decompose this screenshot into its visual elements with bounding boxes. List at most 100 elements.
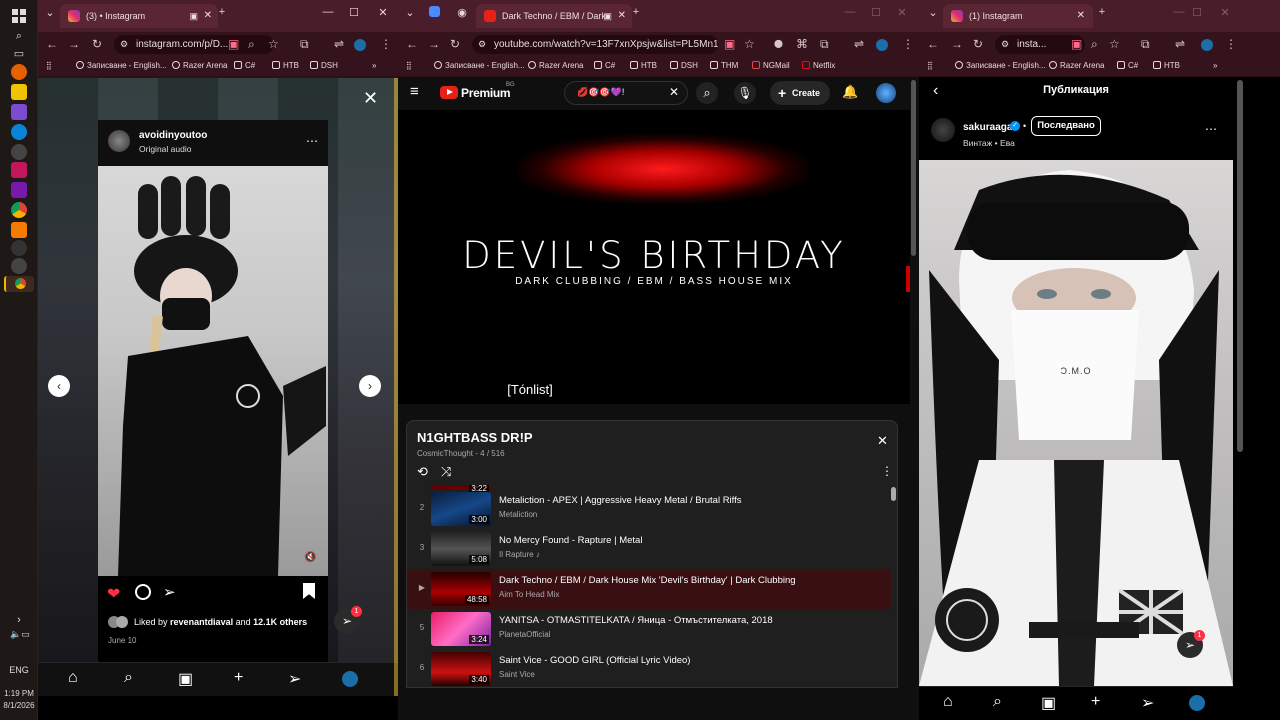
bookmark-folder[interactable]: THM [710, 61, 738, 70]
tab-instagram[interactable]: (1) Instagram ✕ [943, 4, 1093, 28]
bookmark-star-icon[interactable]: ☆ [744, 37, 755, 51]
media-cast-icon[interactable]: ▣ [724, 37, 735, 51]
bookmark-folder[interactable]: HTB [272, 61, 299, 70]
extension-badge-icon[interactable]: ⬤ [774, 39, 783, 48]
bookmark-star-icon[interactable]: ☆ [268, 37, 279, 51]
next-arrow-icon[interactable]: › [359, 375, 381, 397]
maximize-icon[interactable]: ☐ [346, 6, 362, 19]
search-button-icon[interactable]: ⌕ [696, 82, 718, 104]
bookmark-item[interactable]: Razer Arena [172, 61, 227, 70]
playlist-item[interactable]: 3 5:08 No Mercy Found - Rapture | Metal … [415, 529, 891, 569]
search-icon[interactable]: ⌕ [11, 28, 27, 44]
clear-search-icon[interactable]: ✕ [669, 85, 679, 99]
tab-search-chevron-icon[interactable]: ⌄ [925, 6, 941, 19]
zoom-icon[interactable]: ⌕ [248, 37, 255, 52]
video-player[interactable]: DEVIL'S BIRTHDAY DARK CLUBBING / EBM / B… [398, 110, 910, 404]
playlist-owner[interactable]: CosmicThought [417, 449, 473, 458]
search-icon[interactable]: ⌕ [993, 693, 1002, 711]
clock-icon[interactable] [11, 258, 27, 274]
more-options-icon[interactable]: ⋯ [1205, 122, 1217, 136]
bookmark-item[interactable]: Записване - English... [434, 61, 525, 70]
post-username[interactable]: avoidinyoutoo [139, 130, 207, 141]
avatar[interactable] [108, 130, 130, 152]
youtube-logo-icon[interactable] [440, 86, 458, 99]
messages-fab-icon[interactable]: ➢ 1 [1177, 630, 1205, 658]
notifications-bell-icon[interactable]: 🔔 [842, 84, 858, 100]
search-input[interactable]: 💋🎯🎯💜! ✕ [564, 81, 688, 105]
back-icon[interactable]: ← [406, 37, 418, 51]
post-username[interactable]: sakuraaga [963, 122, 1012, 133]
bookmark-folder[interactable]: HTB [630, 61, 657, 70]
messages-icon[interactable]: ➢ [1141, 693, 1154, 713]
bookmarks-overflow-icon[interactable]: » [372, 61, 376, 70]
page-scrollbar[interactable] [911, 80, 916, 256]
microphone-icon[interactable]: 🎙 [734, 82, 756, 104]
playlist-item-current[interactable]: ▶ 48:58 Dark Techno / EBM / Dark House M… [407, 569, 891, 609]
language-indicator[interactable]: ENG [0, 665, 38, 675]
more-options-icon[interactable]: ⋯ [306, 134, 318, 148]
onenote-icon[interactable] [11, 182, 27, 198]
bookmark-item[interactable]: NGMail [752, 61, 790, 70]
shuffle-icon[interactable]: ⤨ [441, 464, 451, 480]
window-close-icon[interactable]: ✕ [894, 6, 910, 19]
close-overlay-icon[interactable]: ✕ [363, 88, 378, 109]
extensions-icon[interactable]: ⧉ [820, 37, 829, 52]
volume-network-icon[interactable]: 🔈▭ [6, 626, 34, 642]
settings-icon[interactable] [11, 144, 27, 160]
apps-grid-icon[interactable]: ⣿ [927, 61, 933, 70]
bookmarks-overflow-icon[interactable]: » [1213, 61, 1217, 70]
new-tab-icon[interactable]: + [1094, 6, 1110, 18]
maximize-icon[interactable]: ☐ [1189, 6, 1205, 19]
share-icon[interactable]: ➢ [163, 583, 176, 601]
browser-menu-icon[interactable]: ⋮ [1225, 37, 1237, 51]
search-icon[interactable]: ⌕ [124, 669, 133, 687]
pinned-tab-icon[interactable] [426, 6, 442, 20]
bookmark-item[interactable]: Записване - English... [76, 61, 167, 70]
minimize-icon[interactable]: — [842, 6, 858, 18]
tab-instagram[interactable]: (3) • Instagram ▣ ✕ [60, 4, 218, 28]
comment-icon[interactable] [135, 584, 151, 600]
hamburger-menu-icon[interactable]: ≡ [410, 83, 419, 100]
tab-search-icon[interactable]: ⇌ [334, 37, 344, 51]
media-icon[interactable]: ▣ [603, 4, 612, 28]
playlist-title[interactable]: N1GHTBASS DR!P [417, 430, 533, 445]
save-bookmark-icon[interactable] [303, 583, 315, 599]
bookmark-folder[interactable]: HTB [1153, 61, 1180, 70]
create-icon[interactable]: + [234, 669, 243, 687]
forward-icon[interactable]: → [428, 37, 440, 51]
browser-menu-icon[interactable]: ⋮ [380, 37, 392, 51]
clock-time[interactable]: 1:19 PM [0, 689, 38, 698]
previous-arrow-icon[interactable]: ‹ [48, 375, 70, 397]
extensions-icon[interactable]: ⧉ [1141, 37, 1150, 52]
playlist-more-icon[interactable]: ⋮ [881, 464, 893, 478]
following-button[interactable]: Последвано [1031, 116, 1101, 136]
post-audio[interactable]: Original audio [139, 144, 191, 154]
profile-avatar[interactable] [1189, 695, 1205, 711]
playlist-scrollbar[interactable] [891, 487, 896, 501]
media-icon[interactable]: ▣ [189, 4, 198, 28]
task-view-icon[interactable]: ▭ [11, 46, 27, 62]
tab-close-icon[interactable]: ✕ [204, 4, 212, 28]
tab-close-icon[interactable]: ✕ [1077, 4, 1085, 28]
playlist-item[interactable]: 6 3:40 Saint Vice - GOOD GIRL (Official … [415, 649, 891, 689]
windows-start-icon[interactable] [11, 8, 27, 24]
forward-icon[interactable]: → [951, 37, 963, 51]
extension-gamepad-icon[interactable]: ⌘ [796, 37, 808, 51]
media-cast-icon[interactable]: ▣ [228, 37, 239, 51]
site-info-icon[interactable]: ⚙ [1001, 35, 1009, 54]
app-icon[interactable] [11, 104, 27, 120]
chrome-icon[interactable] [11, 202, 27, 218]
home-icon[interactable]: ⌂ [943, 693, 953, 711]
profile-avatar[interactable] [876, 39, 888, 51]
browser-menu-icon[interactable]: ⋮ [902, 37, 914, 51]
liker-username[interactable]: revenantdiaval [170, 617, 233, 627]
zoom-icon[interactable]: ⌕ [1091, 37, 1098, 52]
like-heart-icon[interactable]: ❤ [107, 584, 120, 604]
tab-search-chevron-icon[interactable]: ⌄ [42, 6, 58, 19]
clock-date[interactable]: 8/1/2026 [0, 701, 38, 710]
apps-grid-icon[interactable]: ⣿ [46, 61, 52, 70]
tab-search-chevron-icon[interactable]: ⌄ [402, 6, 418, 19]
site-info-icon[interactable]: ⚙ [478, 35, 486, 54]
window-close-icon[interactable]: ✕ [375, 6, 391, 19]
tab-search-icon[interactable]: ⇌ [1175, 37, 1185, 51]
